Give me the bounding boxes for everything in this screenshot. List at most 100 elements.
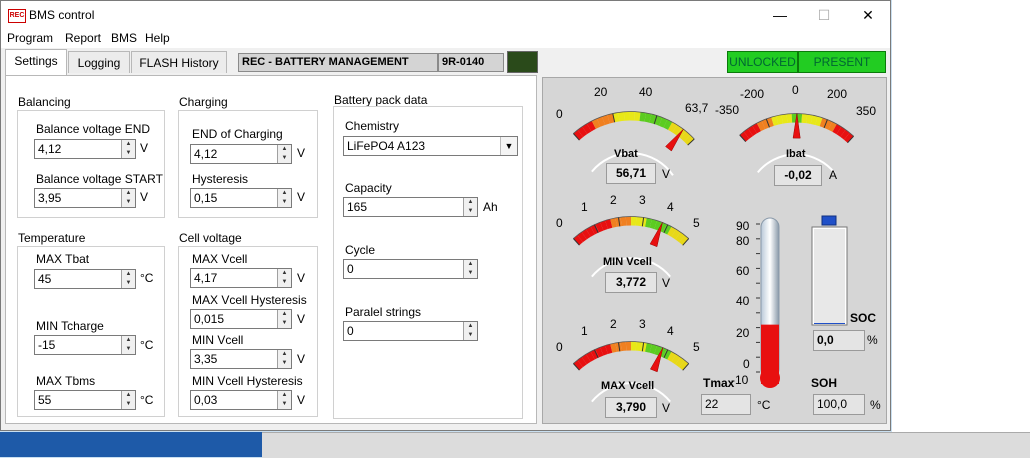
hysteresis-input[interactable] [191, 189, 279, 207]
ibat-arc-seg [839, 130, 843, 133]
minv-tick-5: 5 [693, 216, 700, 230]
gauges-panel: Vbat 56,71 V 0 20 40 63,7 Ibat -0,02 A -… [542, 77, 887, 424]
end-charging-stepper[interactable]: ▲▼ [190, 144, 292, 164]
ibat-arc-seg [746, 132, 750, 135]
ibat-arc-seg [807, 119, 812, 120]
cycle-stepper[interactable]: ▲▼ [343, 259, 478, 279]
minv-arc-seg [588, 230, 592, 232]
thermo-tick-60: 60 [736, 264, 749, 278]
ibat-arc-seg [847, 136, 851, 139]
maximize-button[interactable]: ☐ [802, 1, 846, 29]
maxv-arc-seg [682, 364, 686, 367]
balance-end-stepper[interactable]: ▲▼ [34, 139, 136, 159]
minv-arc-seg [597, 226, 602, 228]
ibat-arc-seg [843, 133, 847, 136]
vbat-unit: V [662, 167, 670, 181]
menu-bms[interactable]: BMS [111, 31, 137, 45]
max-vcell-hyst-stepper[interactable]: ▲▼ [190, 309, 292, 329]
ibat-tick-1: -200 [740, 87, 764, 101]
ibat-arc-seg [782, 119, 787, 120]
max-vcell-stepper[interactable]: ▲▼ [190, 268, 292, 288]
maxv-arc-seg [674, 358, 678, 361]
menu-report[interactable]: Report [65, 31, 101, 45]
minv-tick-1: 1 [581, 200, 588, 214]
max-vcell-input[interactable] [191, 269, 279, 287]
maxv-arc-seg [584, 358, 588, 361]
menu-program[interactable]: Program [7, 31, 53, 45]
min-vcell-input[interactable] [191, 350, 279, 368]
vbat-arc-seg [640, 116, 645, 117]
vbat-arc-seg [656, 120, 661, 122]
settings-panel: Balancing Balance voltage END ▲▼ V Balan… [5, 75, 537, 424]
balance-start-unit: V [140, 190, 148, 204]
chevron-down-icon[interactable]: ▼ [500, 137, 517, 155]
close-button[interactable]: ✕ [846, 1, 890, 29]
maxv-tick-2: 2 [610, 317, 617, 331]
maxv-tick-1: 1 [581, 324, 588, 338]
balance-start-input[interactable] [35, 189, 123, 207]
maxv-arc-seg [607, 348, 612, 349]
unlocked-indicator[interactable]: UNLOCKED [727, 51, 798, 73]
capacity-input[interactable] [344, 198, 464, 216]
max-vcell-hyst-input[interactable] [191, 310, 279, 328]
minv-unit: V [662, 276, 670, 290]
minv-tick-0: 0 [556, 216, 563, 230]
max-tbat-stepper[interactable]: ▲▼ [34, 269, 136, 289]
balance-end-input[interactable] [35, 140, 123, 158]
vbat-arc-seg [661, 122, 666, 124]
menu-help[interactable]: Help [145, 31, 170, 45]
charging-title: Charging [179, 95, 228, 109]
vbat-arc-seg [687, 138, 691, 142]
thermo-tick-20: 20 [736, 326, 749, 340]
maxv-arc-seg [646, 347, 651, 348]
max-tbms-stepper[interactable]: ▲▼ [34, 390, 136, 410]
max-tbat-input[interactable] [35, 270, 123, 288]
tab-flash-history[interactable]: FLASH History [131, 51, 227, 73]
minimize-button[interactable]: — [758, 1, 802, 29]
min-vcell-stepper[interactable]: ▲▼ [190, 349, 292, 369]
vbat-arc-seg [675, 129, 679, 132]
ibat-arc-seg [830, 126, 834, 128]
end-charging-input[interactable] [191, 145, 279, 163]
chemistry-select[interactable]: LiFePO4 A123 ▼ [343, 136, 518, 156]
vbat-arc-seg [645, 117, 650, 118]
min-tcharge-stepper[interactable]: ▲▼ [34, 335, 136, 355]
ibat-arc-seg [743, 135, 747, 138]
present-indicator[interactable]: PRESENT [798, 51, 886, 73]
maxv-readout: 3,790 [605, 397, 657, 418]
title-bar: REC BMS control — ☐ ✕ [1, 1, 890, 29]
cell-voltage-title: Cell voltage [179, 231, 242, 245]
max-tbms-input[interactable] [35, 391, 123, 409]
min-vcell-hyst-stepper[interactable]: ▲▼ [190, 390, 292, 410]
soh-unit: % [870, 398, 881, 412]
tab-logging[interactable]: Logging [68, 51, 130, 73]
ibat-arc-seg [750, 130, 754, 133]
temperature-title: Temperature [18, 231, 85, 245]
vbat-arc-seg [650, 118, 655, 119]
strings-stepper[interactable]: ▲▼ [343, 321, 478, 341]
hysteresis-stepper[interactable]: ▲▼ [190, 188, 292, 208]
min-tcharge-input[interactable] [35, 336, 123, 354]
minv-arc-seg [580, 236, 584, 239]
tab-settings[interactable]: Settings [5, 49, 67, 75]
maxv-arc-seg [656, 350, 661, 352]
balance-end-label: Balance voltage END [36, 122, 150, 136]
minv-tick-2: 2 [610, 193, 617, 207]
ibat-arc-seg [835, 128, 839, 131]
maxv-arc-seg [678, 361, 682, 364]
tmax-label: Tmax [703, 376, 734, 390]
maxv-tick-4: 4 [667, 324, 674, 338]
cycle-input[interactable] [344, 260, 464, 278]
vbat-arc-seg [576, 133, 580, 136]
soc-unit: % [867, 333, 878, 347]
min-vcell-hyst-input[interactable] [191, 391, 279, 409]
strings-label: Paralel strings [345, 305, 421, 319]
maxv-unit: V [662, 401, 670, 415]
strings-input[interactable] [344, 322, 464, 340]
vbat-arc-seg [609, 118, 614, 119]
max-tbat-unit: °C [140, 271, 153, 285]
vbat-arc-seg [619, 116, 624, 117]
thermo-tick-0: 0 [743, 357, 750, 371]
balance-start-stepper[interactable]: ▲▼ [34, 188, 136, 208]
capacity-stepper[interactable]: ▲▼ [343, 197, 478, 217]
